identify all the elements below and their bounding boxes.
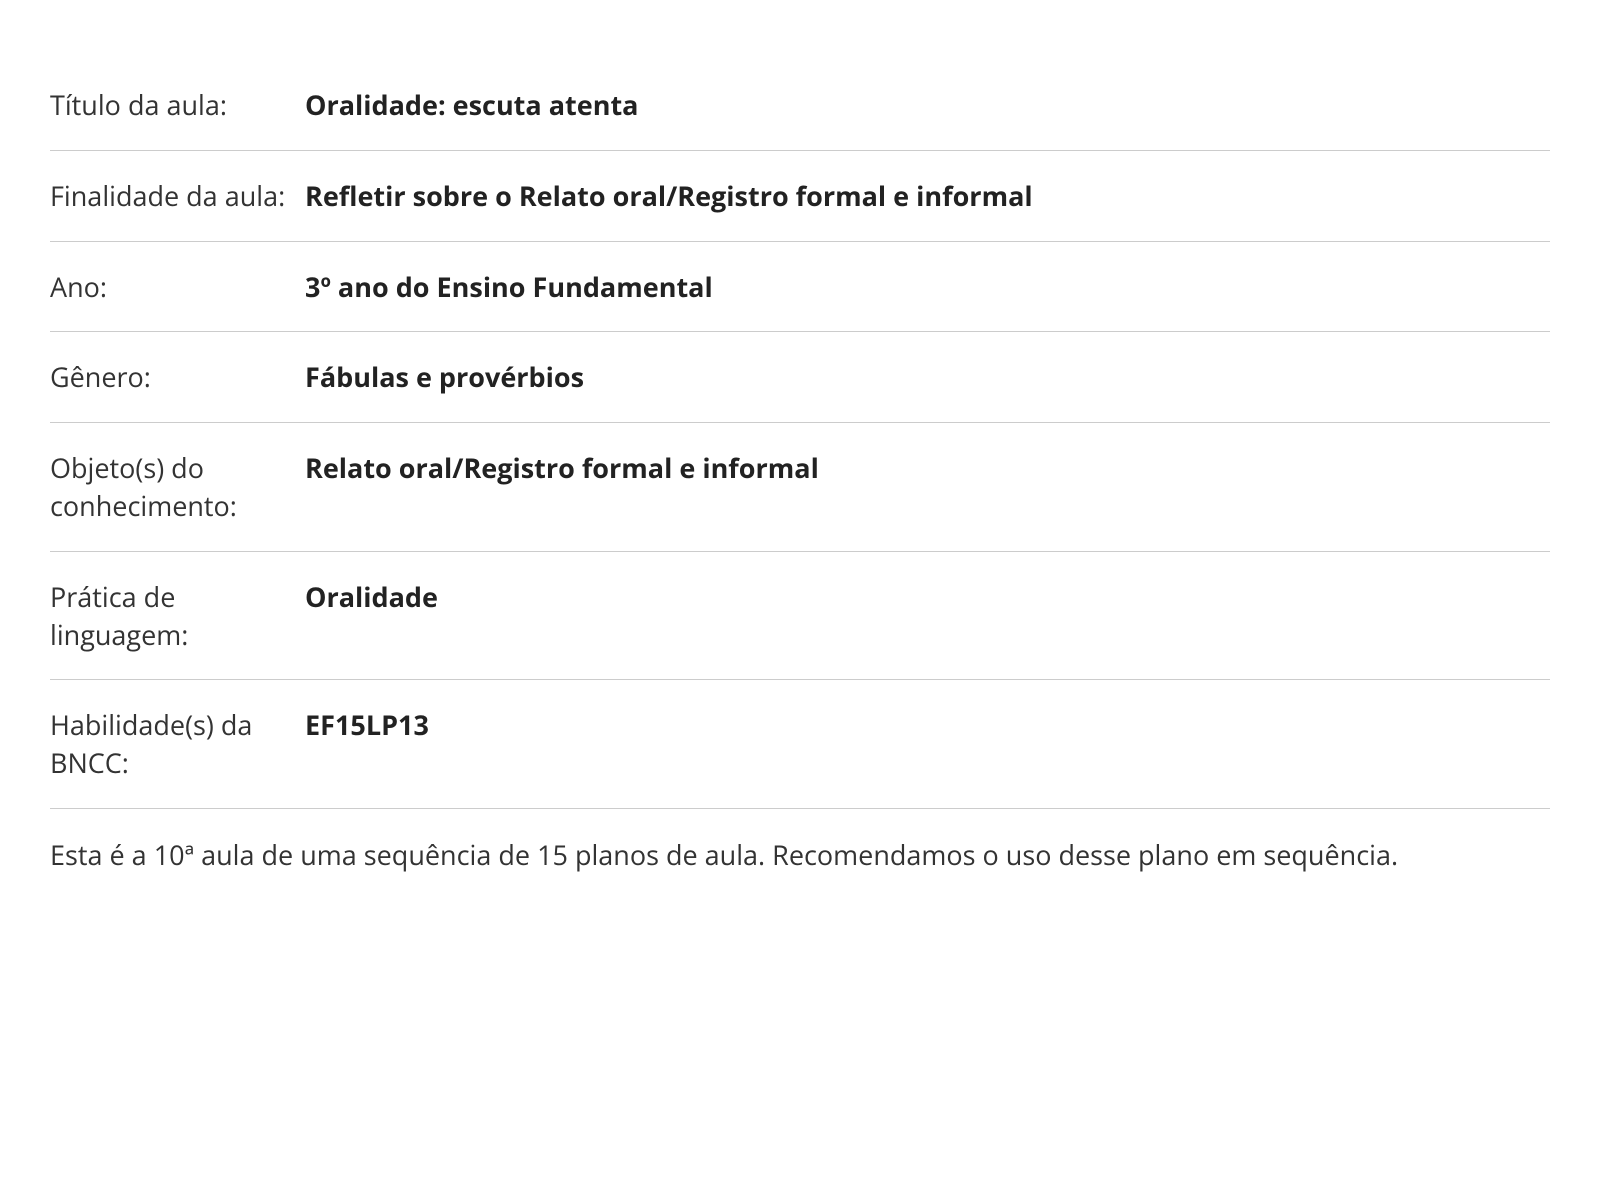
footer-note: Esta é a 10ª aula de uma sequência de 15… [50, 809, 1550, 876]
lesson-info-table: Título da aula: Oralidade: escuta atenta… [50, 60, 1550, 875]
row-value: Relato oral/Registro formal e informal [305, 449, 1550, 487]
table-row: Ano: 3º ano do Ensino Fundamental [50, 242, 1550, 333]
table-row: Título da aula: Oralidade: escuta atenta [50, 60, 1550, 151]
row-label: Ano: [50, 268, 305, 306]
row-value: 3º ano do Ensino Fundamental [305, 268, 1550, 306]
row-label: Habilidade(s) da BNCC: [50, 706, 305, 782]
table-row: Objeto(s) do conhecimento: Relato oral/R… [50, 423, 1550, 552]
row-value: Oralidade [305, 578, 1550, 616]
row-value: EF15LP13 [305, 706, 1550, 744]
row-label: Prática de linguagem: [50, 578, 305, 654]
row-value: Refletir sobre o Relato oral/Registro fo… [305, 177, 1550, 215]
row-label: Gênero: [50, 358, 305, 396]
row-label: Finalidade da aula: [50, 177, 305, 215]
row-label: Título da aula: [50, 86, 305, 124]
table-row: Gênero: Fábulas e provérbios [50, 332, 1550, 423]
row-value: Fábulas e provérbios [305, 358, 1550, 396]
row-value: Oralidade: escuta atenta [305, 86, 1550, 124]
table-row: Finalidade da aula: Refletir sobre o Rel… [50, 151, 1550, 242]
table-row: Habilidade(s) da BNCC: EF15LP13 [50, 680, 1550, 809]
row-label: Objeto(s) do conhecimento: [50, 449, 305, 525]
table-row: Prática de linguagem: Oralidade [50, 552, 1550, 681]
